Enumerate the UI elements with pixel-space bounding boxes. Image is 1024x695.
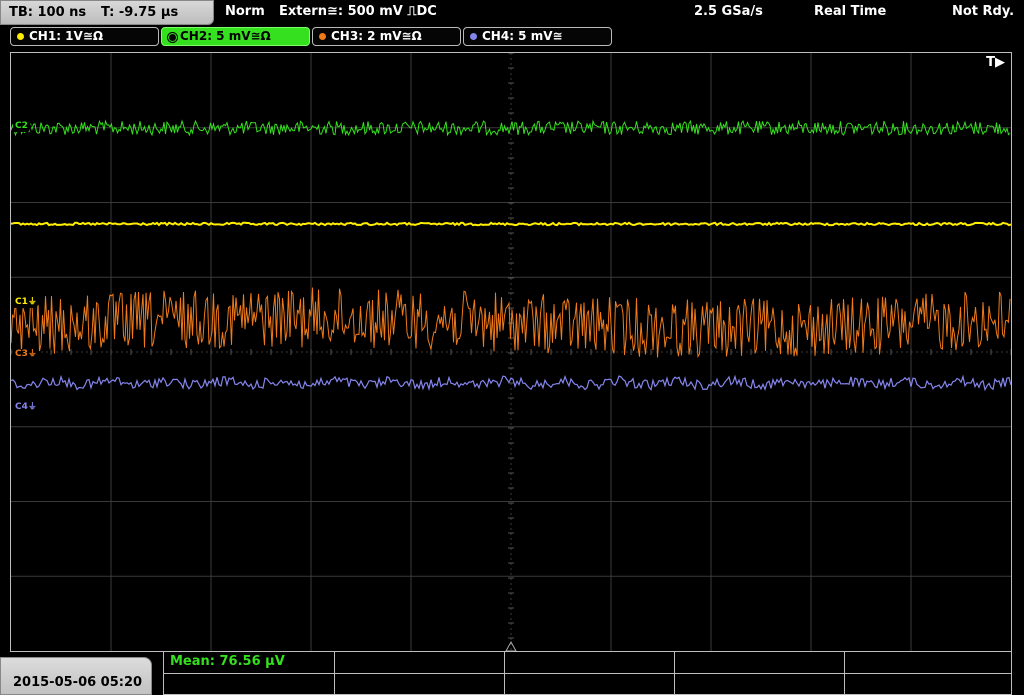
ch1-offset-marker[interactable]: C1⏚	[13, 297, 41, 308]
trigger-source[interactable]: Extern≅: 500 mV ⎍DC	[279, 4, 437, 19]
ch2-offset-marker[interactable]: C2	[13, 121, 32, 132]
bottom-bar: 2015-05-06 05:20 Mean: 76.56 µV	[0, 652, 1024, 695]
ch3-offset-marker[interactable]: C3⏚	[13, 349, 41, 360]
measurement-divider	[334, 652, 335, 694]
datetime-box: 2015-05-06 05:20	[0, 657, 152, 695]
measurement-divider	[844, 652, 845, 694]
channel-label: CH2: 5 mV≅Ω	[180, 29, 271, 43]
waveform-canvas[interactable]	[11, 53, 1011, 651]
channel-dot-icon	[470, 33, 477, 40]
measurement-divider	[164, 673, 1011, 674]
channel-tab-ch2[interactable]: CH2: 5 mV≅Ω	[161, 27, 310, 46]
channel-tab-ch3[interactable]: CH3: 2 mV≅Ω	[312, 27, 461, 46]
trigger-time-readout: T: -9.75 µs	[101, 5, 179, 20]
trigger-mode[interactable]: Norm	[225, 4, 265, 19]
ch4-offset-marker[interactable]: C4⏚	[13, 402, 41, 413]
measurement-mean: Mean: 76.56 µV	[170, 654, 285, 669]
waveform-display[interactable]: T▶ C1⏚ C2 C3⏚ C4⏚	[10, 52, 1012, 652]
channel-label: CH4: 5 mV≅	[482, 29, 563, 43]
datetime: 2015-05-06 05:20	[13, 675, 143, 690]
channel-dot-icon	[168, 33, 177, 42]
trigger-position-indicator: T▶	[986, 55, 1005, 70]
channel-label: CH1: 1V≅Ω	[29, 29, 104, 43]
timebase-readout: TB: 100 ns	[9, 5, 87, 20]
channel-dot-icon	[319, 33, 326, 40]
channel-tab-ch1[interactable]: CH1: 1V≅Ω	[10, 27, 159, 46]
channel-tab-ch4[interactable]: CH4: 5 mV≅	[463, 27, 612, 46]
acquisition-mode[interactable]: Real Time	[814, 4, 886, 19]
channel-bar: CH1: 1V≅Ω CH2: 5 mV≅Ω CH3: 2 mV≅Ω CH4: 5…	[0, 25, 1024, 49]
sample-rate: 2.5 GSa/s	[694, 4, 763, 19]
measurement-panel[interactable]: Mean: 76.56 µV	[163, 652, 1012, 695]
acquisition-status: Not Rdy.	[952, 4, 1015, 19]
measurement-divider	[674, 652, 675, 694]
status-bar: TB: 100 ns T: -9.75 µs Norm Extern≅: 500…	[0, 0, 1024, 25]
timebase-box[interactable]: TB: 100 ns T: -9.75 µs	[0, 0, 214, 25]
channel-dot-icon	[17, 33, 24, 40]
channel-label: CH3: 2 mV≅Ω	[331, 29, 422, 43]
measurement-divider	[504, 652, 505, 694]
